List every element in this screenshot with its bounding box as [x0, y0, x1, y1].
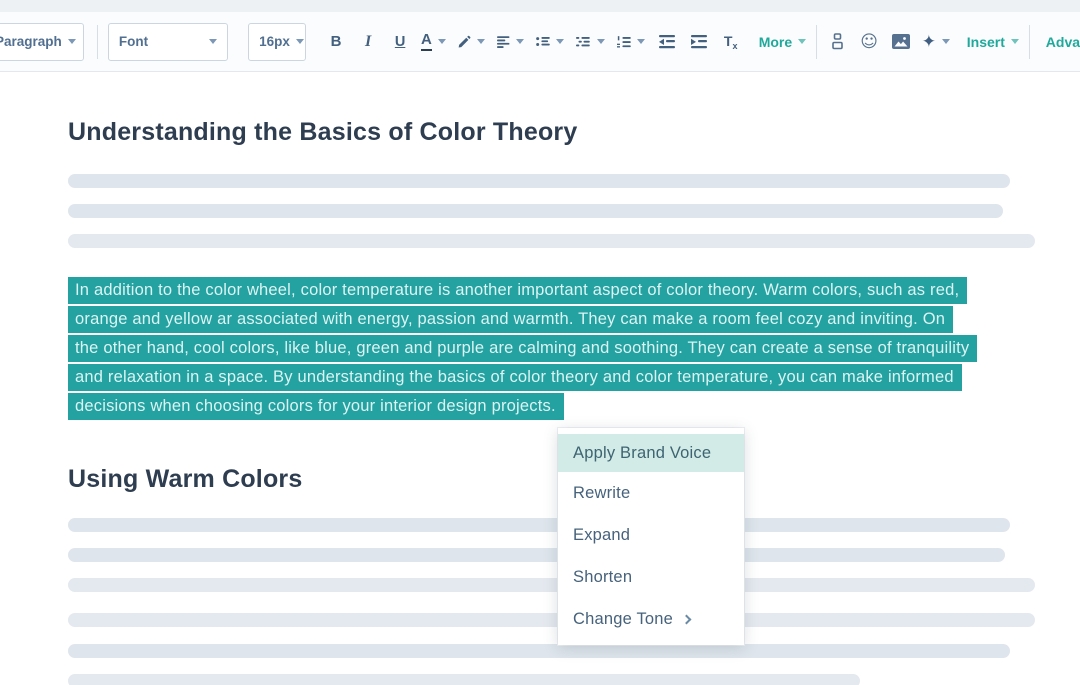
font-color-icon: A	[421, 32, 432, 51]
menu-item-expand[interactable]: Expand	[558, 514, 744, 556]
text-align-button[interactable]	[495, 25, 526, 59]
skeleton-line	[68, 644, 1010, 658]
outdent-button[interactable]	[655, 25, 679, 59]
selected-paragraph[interactable]: In addition to the color wheel, color te…	[68, 276, 1080, 421]
image-icon	[892, 34, 910, 49]
advanced-menu-button[interactable]: Adva	[1046, 34, 1080, 50]
formatting-toolbar: Paragraph Font 16px B I U A	[0, 12, 1080, 72]
advanced-label: Adva	[1046, 34, 1080, 50]
document-heading-1: Understanding the Basics of Color Theory	[68, 72, 1080, 148]
outdent-icon	[659, 35, 675, 49]
skeleton-line	[68, 174, 1010, 188]
more-menu-button[interactable]: More	[759, 34, 806, 50]
skeleton-line	[68, 674, 860, 685]
personalize-token-icon	[830, 33, 845, 50]
underline-button[interactable]: U	[388, 25, 412, 59]
align-left-icon	[497, 35, 510, 49]
editor-page: Paragraph Font 16px B I U A	[0, 0, 1080, 685]
chevron-down-icon	[209, 39, 217, 44]
chevron-down-icon	[942, 39, 950, 44]
clear-formatting-icon: Tx	[724, 33, 738, 51]
multilevel-list-button[interactable]	[574, 25, 606, 59]
indent-icon	[691, 35, 707, 49]
menu-item-label: Expand	[573, 526, 630, 545]
window-top-strip	[0, 0, 1080, 12]
underline-icon: U	[395, 34, 405, 50]
highlighter-pen-icon	[457, 34, 471, 50]
emoji-button[interactable]: ☺	[857, 25, 881, 59]
chevron-down-icon	[1011, 39, 1019, 44]
chevron-down-icon	[296, 39, 304, 44]
numbered-list-icon	[617, 35, 631, 49]
font-size-select[interactable]: 16px	[248, 23, 306, 61]
bulleted-list-button[interactable]	[534, 25, 566, 59]
numbered-list-button[interactable]	[615, 25, 647, 59]
skeleton-line	[68, 234, 1035, 248]
menu-item-label: Apply Brand Voice	[573, 444, 711, 463]
skeleton-line	[68, 578, 1035, 592]
chevron-down-icon	[477, 39, 485, 44]
skeleton-line	[68, 548, 1005, 562]
menu-item-rewrite[interactable]: Rewrite	[558, 472, 744, 514]
document-canvas[interactable]: Understanding the Basics of Color Theory…	[0, 72, 1080, 685]
paragraph-style-label: Paragraph	[0, 34, 62, 49]
skeleton-paragraph-1	[68, 174, 1080, 248]
chevron-down-icon	[597, 39, 605, 44]
italic-button[interactable]: I	[356, 25, 380, 59]
italic-icon: I	[365, 33, 371, 51]
menu-item-shorten[interactable]: Shorten	[558, 556, 744, 598]
font-family-label: Font	[119, 34, 148, 49]
chevron-down-icon	[68, 39, 76, 44]
skeleton-line	[68, 204, 1003, 218]
bold-button[interactable]: B	[324, 25, 348, 59]
insert-image-button[interactable]	[889, 25, 913, 59]
menu-item-label: Rewrite	[573, 484, 630, 503]
chevron-down-icon	[516, 39, 524, 44]
chevron-right-icon	[682, 615, 692, 625]
indent-button[interactable]	[687, 25, 711, 59]
chevron-down-icon	[556, 39, 564, 44]
toolbar-divider	[97, 25, 98, 59]
selected-text-line: decisions when choosing colors for your …	[68, 392, 1080, 421]
bulleted-list-icon	[536, 35, 550, 49]
personalize-token-button[interactable]	[825, 25, 849, 59]
font-color-button[interactable]: A	[420, 25, 447, 59]
menu-item-label: Shorten	[573, 568, 632, 587]
selected-text-line: and relaxation in a space. By understand…	[68, 363, 1080, 392]
paragraph-style-select[interactable]: Paragraph	[0, 23, 84, 61]
ai-sparkle-icon: ✦	[922, 32, 936, 52]
toolbar-divider	[1029, 25, 1030, 59]
menu-item-apply-brand-voice[interactable]: Apply Brand Voice	[558, 434, 744, 472]
ai-context-menu: Apply Brand Voice Rewrite Expand Shorten…	[558, 428, 744, 645]
more-label: More	[759, 34, 792, 50]
insert-label: Insert	[967, 34, 1005, 50]
highlight-color-button[interactable]	[455, 25, 487, 59]
selected-text-line: the other hand, cool colors, like blue, …	[68, 334, 1080, 363]
font-size-label: 16px	[259, 34, 290, 49]
multilevel-list-icon	[576, 35, 590, 49]
font-family-select[interactable]: Font	[108, 23, 228, 61]
menu-item-change-tone[interactable]: Change Tone	[558, 598, 744, 640]
bold-icon: B	[331, 33, 342, 50]
emoji-icon: ☺	[860, 32, 878, 52]
selected-text-line: In addition to the color wheel, color te…	[68, 276, 1080, 305]
selected-text-line: orange and yellow ar associated with ene…	[68, 305, 1080, 334]
chevron-down-icon	[438, 39, 446, 44]
skeleton-line	[68, 518, 1010, 532]
menu-item-label: Change Tone	[573, 610, 673, 629]
clear-formatting-button[interactable]: Tx	[719, 25, 743, 59]
ai-assistant-button[interactable]: ✦	[921, 25, 951, 59]
chevron-down-icon	[637, 39, 645, 44]
skeleton-line	[68, 613, 1035, 627]
chevron-down-icon	[798, 39, 806, 44]
toolbar-divider	[816, 25, 817, 59]
insert-menu-button[interactable]: Insert	[967, 34, 1019, 50]
